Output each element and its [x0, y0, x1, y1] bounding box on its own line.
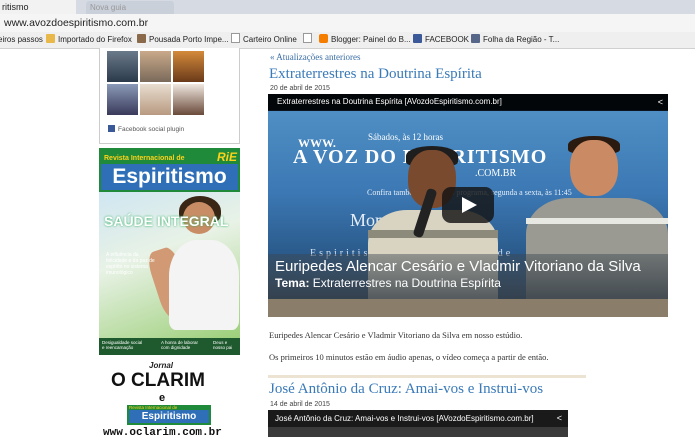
- clarim-jornal-label: Jornal: [149, 361, 174, 370]
- photo-icon: [137, 34, 146, 43]
- magazine-header: Revista Internacional de RiE Espiritismo: [99, 148, 240, 192]
- post-title[interactable]: Extraterrestres na Doutrina Espírita: [269, 66, 482, 83]
- facebook-icon: [413, 34, 422, 43]
- magazine-title: Espiritismo: [101, 164, 238, 190]
- magazine-ad[interactable]: Revista Internacional de RiE Espiritismo…: [99, 148, 240, 437]
- video-watermark-time: Sábados, às 12 horas: [368, 132, 443, 142]
- video-topic-label: Tema:: [275, 276, 310, 290]
- facebook-widget: Facebook social plugin: [99, 48, 240, 144]
- blogger-icon: [319, 34, 328, 43]
- cover-woman-body: [169, 240, 239, 330]
- tab-strip: ritismo Nova guia: [0, 0, 695, 14]
- bookmark-blogger[interactable]: Blogger: Painel do B...: [319, 32, 411, 48]
- clarim-ad: Jornal O CLARIM e Revista Internacional …: [99, 355, 240, 437]
- avatar[interactable]: [140, 51, 171, 82]
- video-player[interactable]: WWW. Sábados, às 12 horas A VOZ DO ESPIR…: [268, 94, 668, 317]
- bookmark-blank[interactable]: [303, 32, 315, 48]
- page-icon: [303, 33, 312, 43]
- tab-new[interactable]: Nova guia: [86, 1, 174, 14]
- avatar[interactable]: [107, 51, 138, 82]
- previous-updates-link[interactable]: « Atualizações anteriores: [270, 52, 360, 62]
- magazine-subtitle: Revista Internacional de: [104, 155, 185, 162]
- video-topic: Tema: Extraterrestres na Doutrina Espíri…: [275, 276, 501, 290]
- avatar[interactable]: [173, 84, 204, 115]
- bookmark-facebook[interactable]: FACEBOOK: [413, 32, 469, 48]
- video-player[interactable]: José Antônio da Cruz: Amai-vos e Instrui…: [268, 410, 568, 437]
- clarim-site-url: www.oclarim.com.br: [103, 427, 222, 437]
- facebook-plugin-label[interactable]: Facebook social plugin: [108, 125, 184, 133]
- guest-1-shirt-stripe: [368, 230, 498, 238]
- magazine-cover-image: SAÚDE INTEGRAL A influência da felicidad…: [99, 192, 240, 340]
- video-guest-names: Euripedes Alencar Cesário e Vladmir Vito…: [275, 258, 641, 275]
- bookmark-pousada[interactable]: Pousada Porto Impe...: [137, 32, 229, 48]
- address-bar[interactable]: www.avozdoespiritismo.com.br: [0, 14, 695, 32]
- avatar[interactable]: [173, 51, 204, 82]
- clarim-title: O CLARIM: [111, 370, 205, 391]
- tab-active-label: ritismo: [2, 2, 29, 12]
- video-title-bar: Extraterrestres na Doutrina Espírita [AV…: [268, 94, 668, 111]
- play-icon[interactable]: [442, 187, 494, 223]
- magazine-footer-strip: Desigualdade social e reencarnação A hon…: [99, 338, 240, 355]
- video-title[interactable]: Extraterrestres na Doutrina Espírita [AV…: [277, 97, 502, 106]
- video-bottom-strip: [268, 299, 668, 317]
- video-frame: [268, 427, 568, 437]
- footer-topic-3: Deus e nosso pai: [213, 340, 233, 350]
- post-text: Euripedes Alencar Cesário e Vladmir Vito…: [269, 330, 523, 340]
- tab-active[interactable]: ritismo: [0, 0, 76, 14]
- video-watermark-com: .COM.BR: [475, 168, 517, 179]
- post-text: Os primeiros 10 minutos estão em áudio a…: [269, 352, 549, 362]
- bookmarks-bar: eiros passos Importado do Firefox Pousad…: [0, 32, 695, 49]
- magazine-rie-logo: RiE: [216, 150, 237, 164]
- video-title[interactable]: José Antônio da Cruz: Amai-vos e Instrui…: [275, 414, 534, 423]
- footer-topic-2: A honra de laborar com dignidade: [161, 340, 199, 350]
- guest-2-head: [570, 140, 618, 196]
- avatar[interactable]: [107, 84, 138, 115]
- avatar[interactable]: [140, 84, 171, 115]
- post-date: 20 de abril de 2015: [270, 85, 330, 92]
- share-icon[interactable]: <: [557, 413, 562, 423]
- bookmark-primeiros-passos[interactable]: eiros passos: [0, 32, 43, 48]
- cover-subheadline: A influência da felicidade e da paz de e…: [106, 252, 155, 276]
- bookmark-folha-regiao[interactable]: Folha da Região - T...: [471, 32, 559, 48]
- folder-icon: [46, 34, 55, 43]
- cover-headline: SAÚDE INTEGRAL: [104, 213, 229, 229]
- page-icon: [231, 33, 240, 43]
- clarim-revista-logo: Revista Internacional de Espiritismo: [127, 405, 211, 425]
- share-icon[interactable]: <: [658, 97, 663, 107]
- clarim-revista-title: Espiritismo: [129, 410, 209, 423]
- tab-new-label: Nova guia: [90, 3, 127, 12]
- post-date: 14 de abril de 2015: [270, 401, 330, 408]
- footer-topic-1: Desigualdade social e reencarnação: [102, 340, 143, 350]
- url-text[interactable]: www.avozdoespiritismo.com.br: [4, 16, 148, 30]
- video-topic-text: Extraterrestres na Doutrina Espírita: [312, 276, 501, 290]
- guest-2-shirt-stripe: [526, 218, 668, 224]
- facebook-icon: [108, 125, 115, 132]
- clarim-and: e: [159, 392, 166, 404]
- folha-icon: [471, 34, 480, 43]
- post-divider: [268, 375, 586, 378]
- post-title[interactable]: José Antônio da Cruz: Amai-vos e Instrui…: [269, 381, 543, 398]
- bookmark-carteiro-online[interactable]: Carteiro Online: [231, 32, 297, 48]
- bookmark-importado-firefox[interactable]: Importado do Firefox: [46, 32, 132, 48]
